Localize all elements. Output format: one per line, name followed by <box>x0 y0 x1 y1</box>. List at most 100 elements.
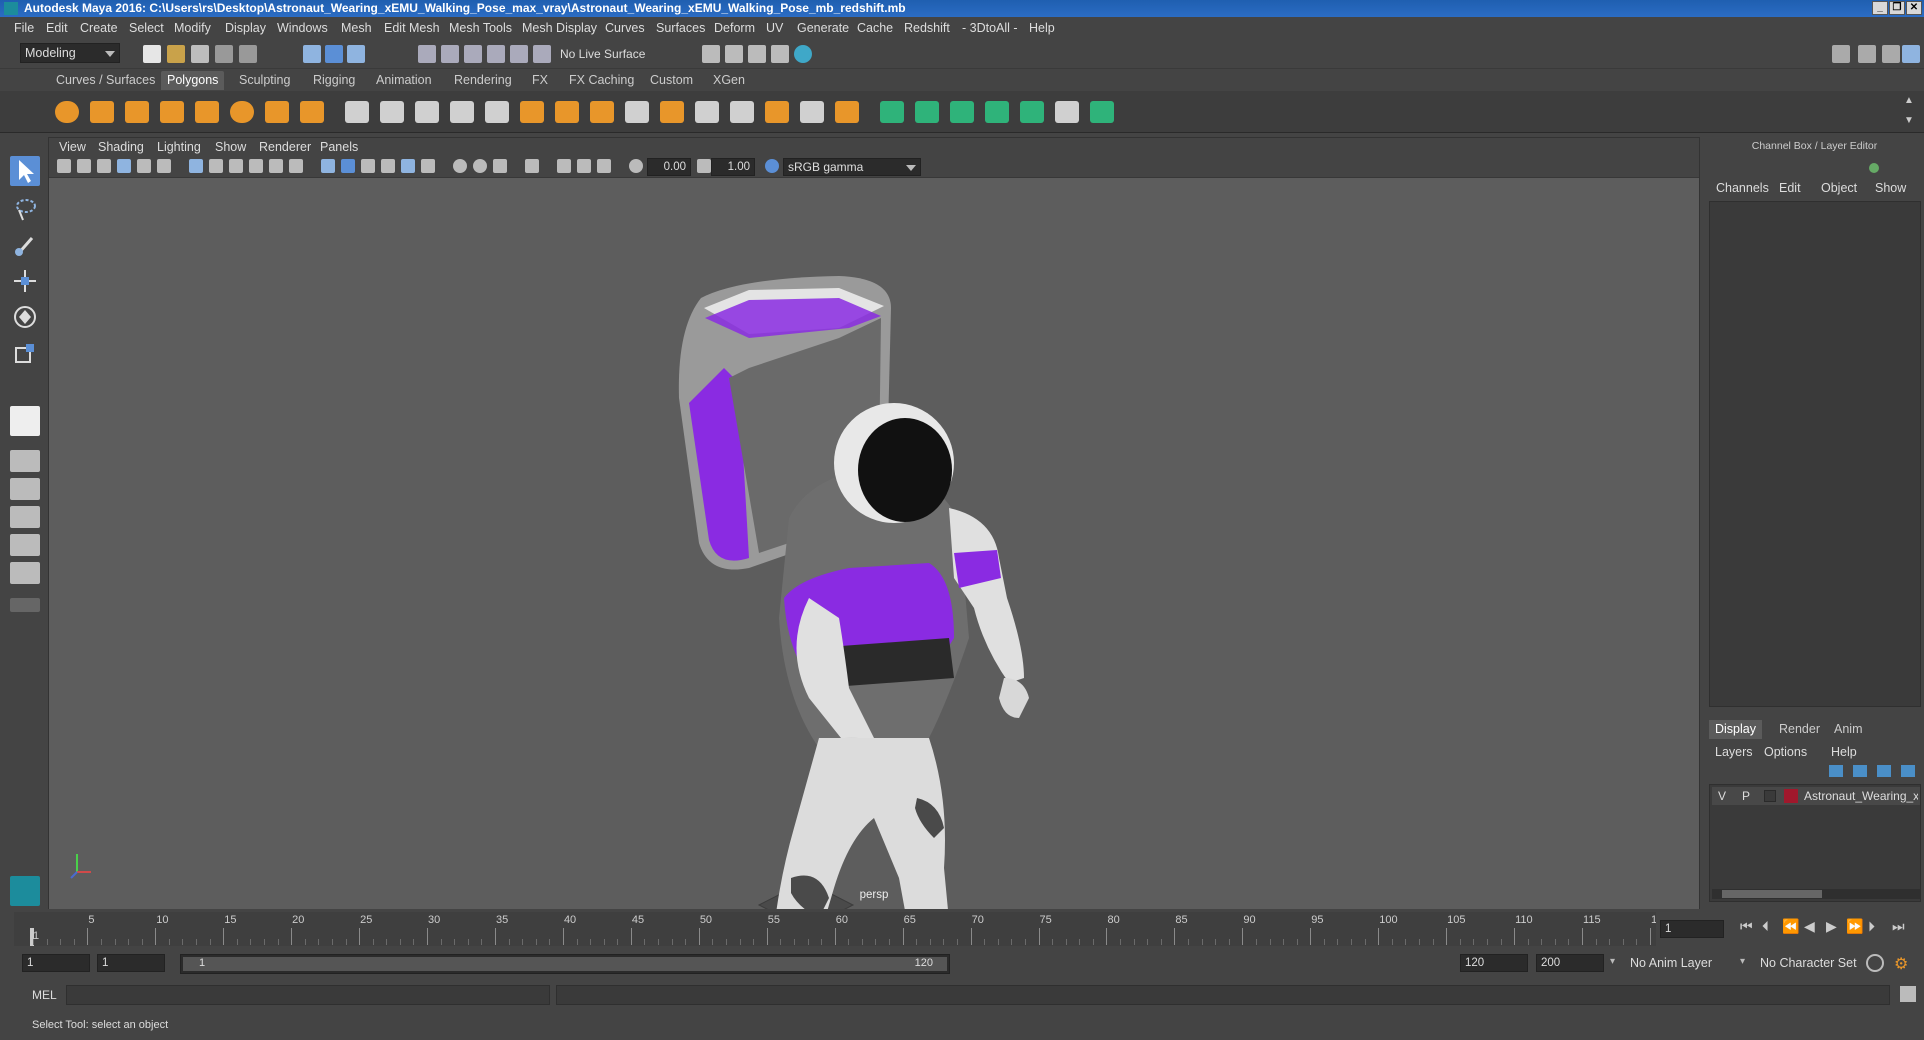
hypershade-icon[interactable] <box>771 45 789 63</box>
menu-modify[interactable]: Modify <box>174 21 211 35</box>
snap-curve-icon[interactable] <box>441 45 459 63</box>
menu-generate[interactable]: Generate <box>797 21 849 35</box>
menu-windows[interactable]: Windows <box>277 21 328 35</box>
panel-menu-renderer[interactable]: Renderer <box>259 140 311 154</box>
channel-list[interactable] <box>1709 201 1921 707</box>
grid-icon[interactable] <box>189 159 203 173</box>
tab-fx-caching[interactable]: FX Caching <box>563 71 640 90</box>
menu-redshift[interactable]: Redshift <box>904 21 950 35</box>
xray-components-icon[interactable] <box>597 159 611 173</box>
tab-rigging[interactable]: Rigging <box>307 71 361 90</box>
poly-prism-icon[interactable] <box>265 101 289 123</box>
xray-icon[interactable] <box>557 159 571 173</box>
exposure-field[interactable]: 0.00 <box>647 158 691 176</box>
menu-mesh-display[interactable]: Mesh Display <box>522 21 597 35</box>
menu-uv[interactable]: UV <box>766 21 783 35</box>
range-slider[interactable]: 1 120 <box>180 954 950 974</box>
smooth-shade-icon[interactable] <box>341 159 355 173</box>
menu-create[interactable]: Create <box>80 21 118 35</box>
time-slider[interactable]: 1 5 10 15 20 25 30 35 40 45 50 55 60 65 70 75 80 85 90 95 1… <box>14 912 1669 946</box>
playback-start-field[interactable]: 1 <box>97 954 165 972</box>
go-to-end-icon[interactable]: ⏭ <box>1892 918 1905 935</box>
wireframe-on-shaded-icon[interactable] <box>361 159 375 173</box>
layer-menu-layers[interactable]: Layers <box>1715 745 1753 759</box>
tab-xgen[interactable]: XGen <box>707 71 751 90</box>
four-view-layout-icon[interactable] <box>10 450 40 472</box>
go-to-start-icon[interactable]: ⏮ <box>1740 918 1753 935</box>
poly-torus-icon[interactable] <box>230 101 254 123</box>
poly-cylinder-icon[interactable] <box>125 101 149 123</box>
multi-cut-icon[interactable] <box>660 101 684 123</box>
tab-custom[interactable]: Custom <box>644 71 699 90</box>
lasso-tool-icon[interactable] <box>10 194 40 224</box>
single-perspective-view-icon[interactable] <box>10 406 40 436</box>
collapse-icon[interactable] <box>835 101 859 123</box>
layer-playback-toggle[interactable]: P <box>1742 787 1750 805</box>
tab-curves-surfaces[interactable]: Curves / Surfaces <box>50 71 161 90</box>
menu-surfaces[interactable]: Surfaces <box>656 21 705 35</box>
xray-joints-icon[interactable] <box>577 159 591 173</box>
toolbox-more-icon[interactable] <box>10 598 40 612</box>
layer-menu-options[interactable]: Options <box>1764 745 1807 759</box>
persp-outliner-layout-icon[interactable] <box>10 478 40 500</box>
redo-icon[interactable] <box>239 45 257 63</box>
scrollbar-thumb[interactable] <box>1722 890 1822 898</box>
channel-menu-edit[interactable]: Edit <box>1779 181 1801 195</box>
sew-uv-icon[interactable] <box>1090 101 1114 123</box>
close-button[interactable]: ✕ <box>1906 1 1922 15</box>
use-all-lights-icon[interactable] <box>401 159 415 173</box>
bounding-box-icon[interactable] <box>730 101 754 123</box>
safe-action-icon[interactable] <box>289 159 303 173</box>
merge-icon[interactable] <box>800 101 824 123</box>
persp-graph-layout-icon[interactable] <box>10 506 40 528</box>
isolate-select-icon[interactable] <box>525 159 539 173</box>
ipr-render-icon[interactable] <box>725 45 743 63</box>
layer-row[interactable]: V P Astronaut_Wearing_xE <box>1712 787 1920 805</box>
rotate-tool-icon[interactable] <box>10 302 40 332</box>
play-forward-icon[interactable]: ▶ <box>1826 918 1837 935</box>
maya-home-icon[interactable] <box>10 876 40 906</box>
color-space-selector[interactable]: sRGB gamma <box>783 158 921 176</box>
select-by-component-icon[interactable] <box>347 45 365 63</box>
chevron-down-icon[interactable]: ▾ <box>1740 956 1745 967</box>
channel-box-toggle-icon[interactable] <box>1869 163 1879 173</box>
new-layer-icon[interactable] <box>1877 765 1891 777</box>
save-scene-icon[interactable] <box>191 45 209 63</box>
shelf-scroll-up-icon[interactable]: ▲ <box>1904 95 1914 106</box>
poly-cone-icon[interactable] <box>160 101 184 123</box>
automatic-uv-icon[interactable] <box>985 101 1009 123</box>
menu-file[interactable]: File <box>14 21 34 35</box>
gamma-field[interactable]: 1.00 <box>711 158 755 176</box>
select-by-hierarchy-icon[interactable] <box>303 45 321 63</box>
command-language-label[interactable]: MEL <box>32 988 57 1002</box>
layer-color-swatch[interactable] <box>1784 789 1798 803</box>
tool-settings-icon[interactable] <box>1882 45 1900 63</box>
image-plane-icon[interactable] <box>117 159 131 173</box>
insert-edge-loop-icon[interactable] <box>625 101 649 123</box>
select-tool-icon[interactable] <box>10 156 40 186</box>
menu-mesh-tools[interactable]: Mesh Tools <box>449 21 512 35</box>
render-settings-icon[interactable] <box>748 45 766 63</box>
tab-sculpting[interactable]: Sculpting <box>233 71 296 90</box>
current-frame-field[interactable]: 1 <box>1660 920 1724 938</box>
tab-rendering[interactable]: Rendering <box>448 71 518 90</box>
render-current-frame-icon[interactable] <box>702 45 720 63</box>
step-back-key-icon[interactable]: ⏪ <box>1782 918 1799 935</box>
menu-select[interactable]: Select <box>129 21 164 35</box>
hypershade-layout-icon[interactable] <box>10 534 40 556</box>
motion-blur-icon[interactable] <box>473 159 487 173</box>
astronaut-model[interactable] <box>49 178 1701 909</box>
gate-mask-icon[interactable] <box>249 159 263 173</box>
spherical-uv-icon[interactable] <box>950 101 974 123</box>
poly-sphere-icon[interactable] <box>55 101 79 123</box>
cylindrical-uv-icon[interactable] <box>915 101 939 123</box>
tab-animation[interactable]: Animation <box>370 71 438 90</box>
multisample-aa-icon[interactable] <box>493 159 507 173</box>
menu-display[interactable]: Display <box>225 21 266 35</box>
animation-end-field[interactable]: 200 <box>1536 954 1604 972</box>
menu-edit-mesh[interactable]: Edit Mesh <box>384 21 440 35</box>
auto-key-icon[interactable] <box>1866 954 1884 972</box>
shelf-scroll-down-icon[interactable]: ▼ <box>1904 115 1914 126</box>
make-live-icon[interactable] <box>510 45 528 63</box>
modeling-toolkit-icon[interactable] <box>1832 45 1850 63</box>
